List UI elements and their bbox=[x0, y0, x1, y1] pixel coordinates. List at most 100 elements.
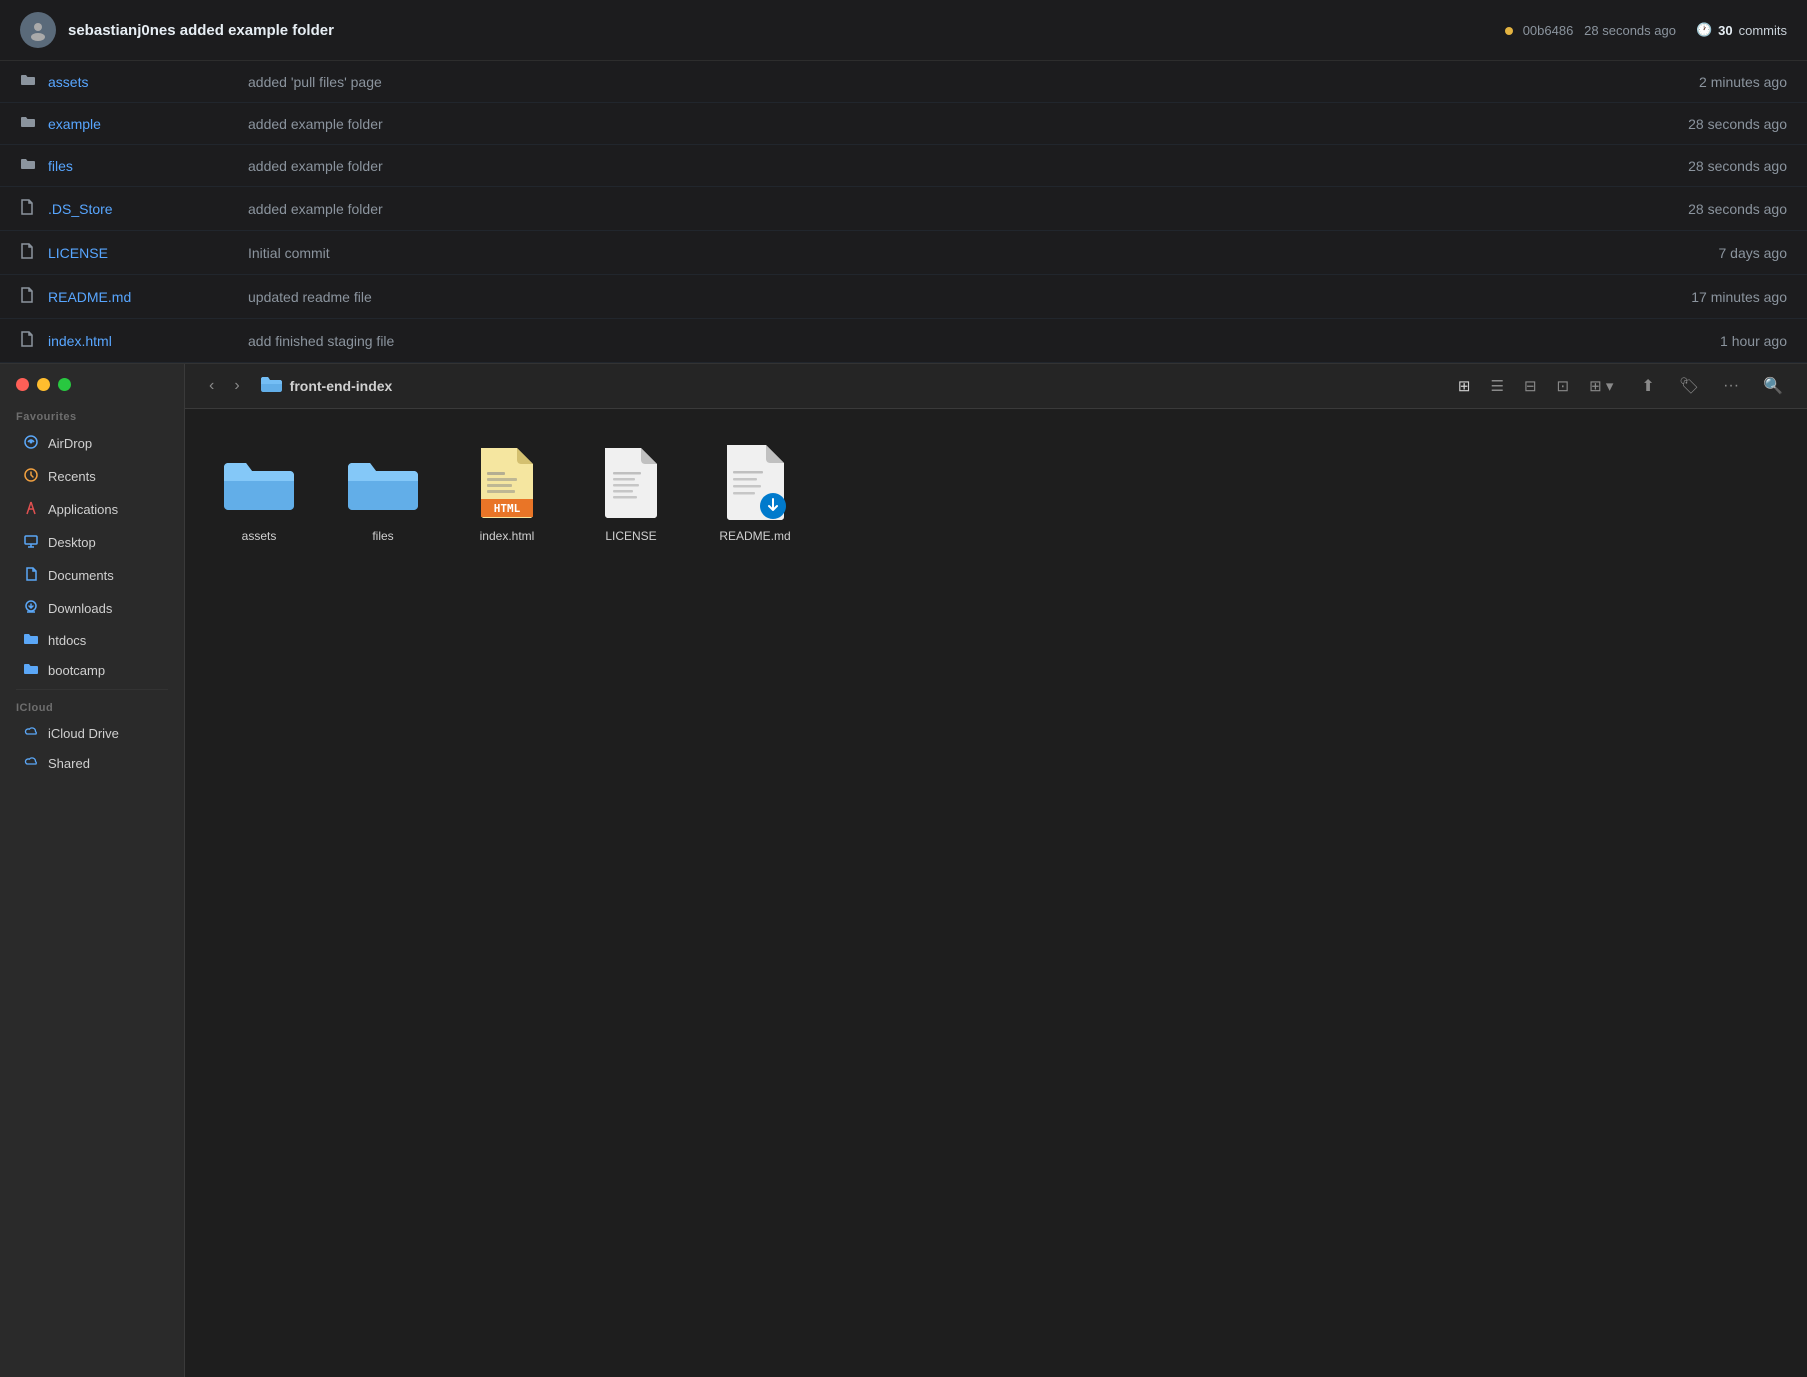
github-file-row[interactable]: README.md updated readme file 17 minutes… bbox=[0, 275, 1807, 319]
window-controls bbox=[0, 364, 184, 403]
file-icon bbox=[20, 331, 38, 350]
finder-main: ‹ › front-end-index ⊞ ☰ ⊟ ⊡ ⊞ ▾ bbox=[185, 364, 1807, 1377]
finder-toolbar: ‹ › front-end-index ⊞ ☰ ⊟ ⊡ ⊞ ▾ bbox=[185, 364, 1807, 409]
sidebar-item-label: Applications bbox=[48, 502, 118, 517]
finder-sidebar: Favourites AirDrop Recents Applications bbox=[0, 364, 185, 1377]
icloud-label: iCloud bbox=[0, 694, 184, 718]
maximize-button[interactable] bbox=[58, 378, 71, 391]
github-file-time: 7 days ago bbox=[1627, 245, 1787, 261]
file-thumbnail bbox=[343, 441, 423, 521]
sidebar-item-airdrop[interactable]: AirDrop bbox=[6, 428, 178, 459]
file-item-index-html[interactable]: HTML index.html bbox=[457, 433, 557, 551]
sidebar-item-label: Documents bbox=[48, 568, 114, 583]
folder-icon-title bbox=[260, 375, 282, 398]
sidebar-item-label: Desktop bbox=[48, 535, 96, 550]
folder-icon bbox=[20, 157, 38, 174]
github-file-time: 17 minutes ago bbox=[1627, 289, 1787, 305]
sidebar-item-applications[interactable]: Applications bbox=[6, 494, 178, 525]
file-thumbnail bbox=[219, 441, 299, 521]
folder-icon bbox=[22, 632, 40, 648]
minimize-button[interactable] bbox=[37, 378, 50, 391]
github-meta: 00b6486 28 seconds ago 🕐 30 commits bbox=[1505, 22, 1787, 38]
file-label: files bbox=[372, 529, 393, 543]
column-view-button[interactable]: ⊟ bbox=[1516, 373, 1545, 399]
github-section: sebastianj0nes added example folder 00b6… bbox=[0, 0, 1807, 364]
search-button[interactable]: 🔍 bbox=[1755, 372, 1791, 400]
sidebar-item-shared[interactable]: Shared bbox=[6, 749, 178, 777]
finder-file-grid: assets files bbox=[185, 409, 1807, 1377]
commits-button[interactable]: 🕐 30 commits bbox=[1696, 22, 1787, 38]
github-file-time: 28 seconds ago bbox=[1627, 201, 1787, 217]
icloud-icon bbox=[22, 725, 40, 741]
sidebar-item-label: Recents bbox=[48, 469, 96, 484]
github-file-row[interactable]: index.html add finished staging file 1 h… bbox=[0, 319, 1807, 363]
sidebar-item-downloads[interactable]: Downloads bbox=[6, 593, 178, 624]
share-button[interactable]: ⬆ bbox=[1633, 372, 1662, 400]
github-file-row[interactable]: assets added 'pull files' page 2 minutes… bbox=[0, 61, 1807, 103]
toolbar-views: ⊞ ☰ ⊟ ⊡ ⊞ ▾ bbox=[1450, 373, 1621, 399]
github-file-name[interactable]: assets bbox=[48, 74, 228, 90]
sidebar-item-htdocs[interactable]: htdocs bbox=[6, 626, 178, 654]
tag-button[interactable]: 🏷 bbox=[1671, 372, 1707, 400]
github-file-list: assets added 'pull files' page 2 minutes… bbox=[0, 61, 1807, 363]
github-file-row[interactable]: files added example folder 28 seconds ag… bbox=[0, 145, 1807, 187]
sidebar-item-icloud-drive[interactable]: iCloud Drive bbox=[6, 719, 178, 747]
sidebar-item-label: iCloud Drive bbox=[48, 726, 119, 741]
applications-icon bbox=[22, 500, 40, 519]
shared-icon bbox=[22, 755, 40, 771]
forward-button[interactable]: › bbox=[226, 373, 247, 399]
github-file-row[interactable]: LICENSE Initial commit 7 days ago bbox=[0, 231, 1807, 275]
github-file-commit: add finished staging file bbox=[248, 333, 1627, 349]
folder-title-area: front-end-index bbox=[260, 375, 1438, 398]
back-button[interactable]: ‹ bbox=[201, 373, 222, 399]
sidebar-item-label: bootcamp bbox=[48, 663, 105, 678]
avatar bbox=[20, 12, 56, 48]
github-file-name[interactable]: LICENSE bbox=[48, 245, 228, 261]
github-file-time: 28 seconds ago bbox=[1627, 116, 1787, 132]
file-icon bbox=[20, 199, 38, 218]
gallery-view-button[interactable]: ⊡ bbox=[1549, 373, 1578, 399]
sidebar-item-recents[interactable]: Recents bbox=[6, 461, 178, 492]
github-file-name[interactable]: index.html bbox=[48, 333, 228, 349]
github-file-name[interactable]: example bbox=[48, 116, 228, 132]
github-file-commit: updated readme file bbox=[248, 289, 1627, 305]
grid-view-button[interactable]: ⊞ bbox=[1450, 373, 1479, 399]
file-item-assets[interactable]: assets bbox=[209, 433, 309, 551]
github-file-name[interactable]: files bbox=[48, 158, 228, 174]
github-file-commit: added example folder bbox=[248, 116, 1627, 132]
commit-hash-area: 00b6486 28 seconds ago bbox=[1505, 23, 1676, 38]
close-button[interactable] bbox=[16, 378, 29, 391]
github-file-commit: added 'pull files' page bbox=[248, 74, 1627, 90]
file-icon bbox=[20, 243, 38, 262]
github-file-row[interactable]: example added example folder 28 seconds … bbox=[0, 103, 1807, 145]
github-file-commit: added example folder bbox=[248, 201, 1627, 217]
more-button[interactable]: ··· bbox=[1715, 373, 1747, 399]
file-item-files[interactable]: files bbox=[333, 433, 433, 551]
downloads-icon bbox=[22, 599, 40, 618]
github-file-row[interactable]: .DS_Store added example folder 28 second… bbox=[0, 187, 1807, 231]
file-label: assets bbox=[242, 529, 277, 543]
file-icon bbox=[20, 287, 38, 306]
airdrop-icon bbox=[22, 434, 40, 453]
folder-icon bbox=[20, 73, 38, 90]
sidebar-item-label: AirDrop bbox=[48, 436, 92, 451]
file-item-readme[interactable]: README.md bbox=[705, 433, 805, 551]
favourites-label: Favourites bbox=[0, 403, 184, 427]
sidebar-item-desktop[interactable]: Desktop bbox=[6, 527, 178, 558]
file-label: README.md bbox=[719, 529, 790, 543]
folder-icon bbox=[22, 662, 40, 678]
desktop-icon bbox=[22, 533, 40, 552]
github-file-name[interactable]: .DS_Store bbox=[48, 201, 228, 217]
github-file-time: 1 hour ago bbox=[1627, 333, 1787, 349]
sidebar-item-documents[interactable]: Documents bbox=[6, 560, 178, 591]
file-label: index.html bbox=[480, 529, 535, 543]
file-label: LICENSE bbox=[605, 529, 656, 543]
group-view-button[interactable]: ⊞ ▾ bbox=[1581, 373, 1621, 399]
sidebar-item-bootcamp[interactable]: bootcamp bbox=[6, 656, 178, 684]
list-view-button[interactable]: ☰ bbox=[1483, 373, 1512, 399]
github-header: sebastianj0nes added example folder 00b6… bbox=[0, 0, 1807, 61]
commit-title: sebastianj0nes added example folder bbox=[68, 22, 1505, 39]
github-file-name[interactable]: README.md bbox=[48, 289, 228, 305]
file-item-license[interactable]: LICENSE bbox=[581, 433, 681, 551]
file-thumbnail bbox=[591, 441, 671, 521]
